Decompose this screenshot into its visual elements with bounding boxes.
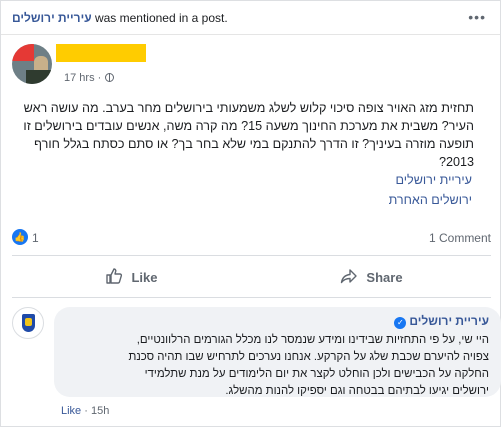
post-actions: Like Share	[12, 259, 491, 295]
thumbs-up-outline-icon	[105, 267, 123, 288]
comment-count[interactable]: 1 Comment	[429, 231, 491, 245]
comment-author[interactable]: עיריית ירושלים	[409, 314, 489, 328]
comment-bubble: עיריית ירושלים✓ היי שי, על פי התחזיות שב…	[54, 307, 501, 397]
reaction-stats: 👍 1 1 Comment	[12, 229, 491, 249]
comment-text-line: החלקה על הכבישים ולכן הוחלט לקצר את יום …	[144, 368, 489, 380]
comment-like-link[interactable]: Like	[61, 405, 81, 417]
divider	[12, 297, 491, 298]
comment-author-row: עיריית ירושלים✓	[66, 314, 489, 332]
more-dots-icon[interactable]: •••	[468, 9, 486, 25]
post-text-line: העיר? משבית את מערכת החינוך משעה 15? מה …	[23, 119, 474, 133]
post-body: תחזית מזג האויר צופה סיכוי קלוש לשלג משמ…	[14, 99, 474, 171]
redacted-author-name	[56, 44, 146, 62]
mentioned-page-link[interactable]: עיריית ירושלים	[12, 11, 92, 25]
globe-icon	[105, 73, 115, 82]
commenter-avatar[interactable]	[12, 307, 44, 339]
share-arrow-icon	[340, 267, 358, 288]
share-button[interactable]: Share	[252, 259, 491, 295]
like-button[interactable]: Like	[12, 259, 251, 295]
thumbs-up-icon: 👍	[12, 229, 28, 245]
comment-text-line: היי שי, על פי התחזיות שבידינו ומידע שנמס…	[136, 334, 489, 346]
verified-badge-icon: ✓	[394, 317, 407, 329]
comment-text-line: ירושלים יגיעו לבתיהם בבטחה וגם יספיקו לה…	[225, 385, 489, 397]
share-button-label: Share	[366, 269, 403, 285]
post-time[interactable]: 17 hrs	[64, 72, 95, 84]
hashtag-link[interactable]: ירושלים האחרת	[389, 193, 472, 207]
comment-time[interactable]: 15h	[91, 405, 109, 417]
post-text-line: 2013?	[438, 155, 474, 169]
comment-meta: Like · 15h	[61, 405, 109, 417]
meta-separator: ·	[84, 405, 88, 417]
divider	[12, 255, 491, 256]
post-meta: 17 hrs ·	[64, 72, 115, 84]
like-button-label: Like	[131, 269, 158, 285]
comment-text-line: צפויה להיערם שכבת שלג על הקרקע. אנחנו נע…	[128, 351, 489, 363]
comment-text: היי שי, על פי התחזיות שבידינו ומידע שנמס…	[66, 332, 489, 400]
mention-text: was mentioned in a post.	[91, 11, 228, 25]
post-text-line: תופעה מוזרה בעיניך? זו הדרך להתנקם במי ש…	[34, 137, 474, 151]
post-text-line: תחזית מזג האויר צופה סיכוי קלוש לשלג משמ…	[23, 101, 474, 115]
hashtag-link[interactable]: עיריית ירושלים	[395, 173, 472, 187]
mention-notification-bar: עיריית ירושלים was mentioned in a post. …	[1, 1, 500, 35]
post-card: עיריית ירושלים was mentioned in a post. …	[0, 0, 501, 427]
like-count[interactable]: 1	[32, 231, 39, 245]
author-avatar[interactable]	[12, 44, 52, 84]
